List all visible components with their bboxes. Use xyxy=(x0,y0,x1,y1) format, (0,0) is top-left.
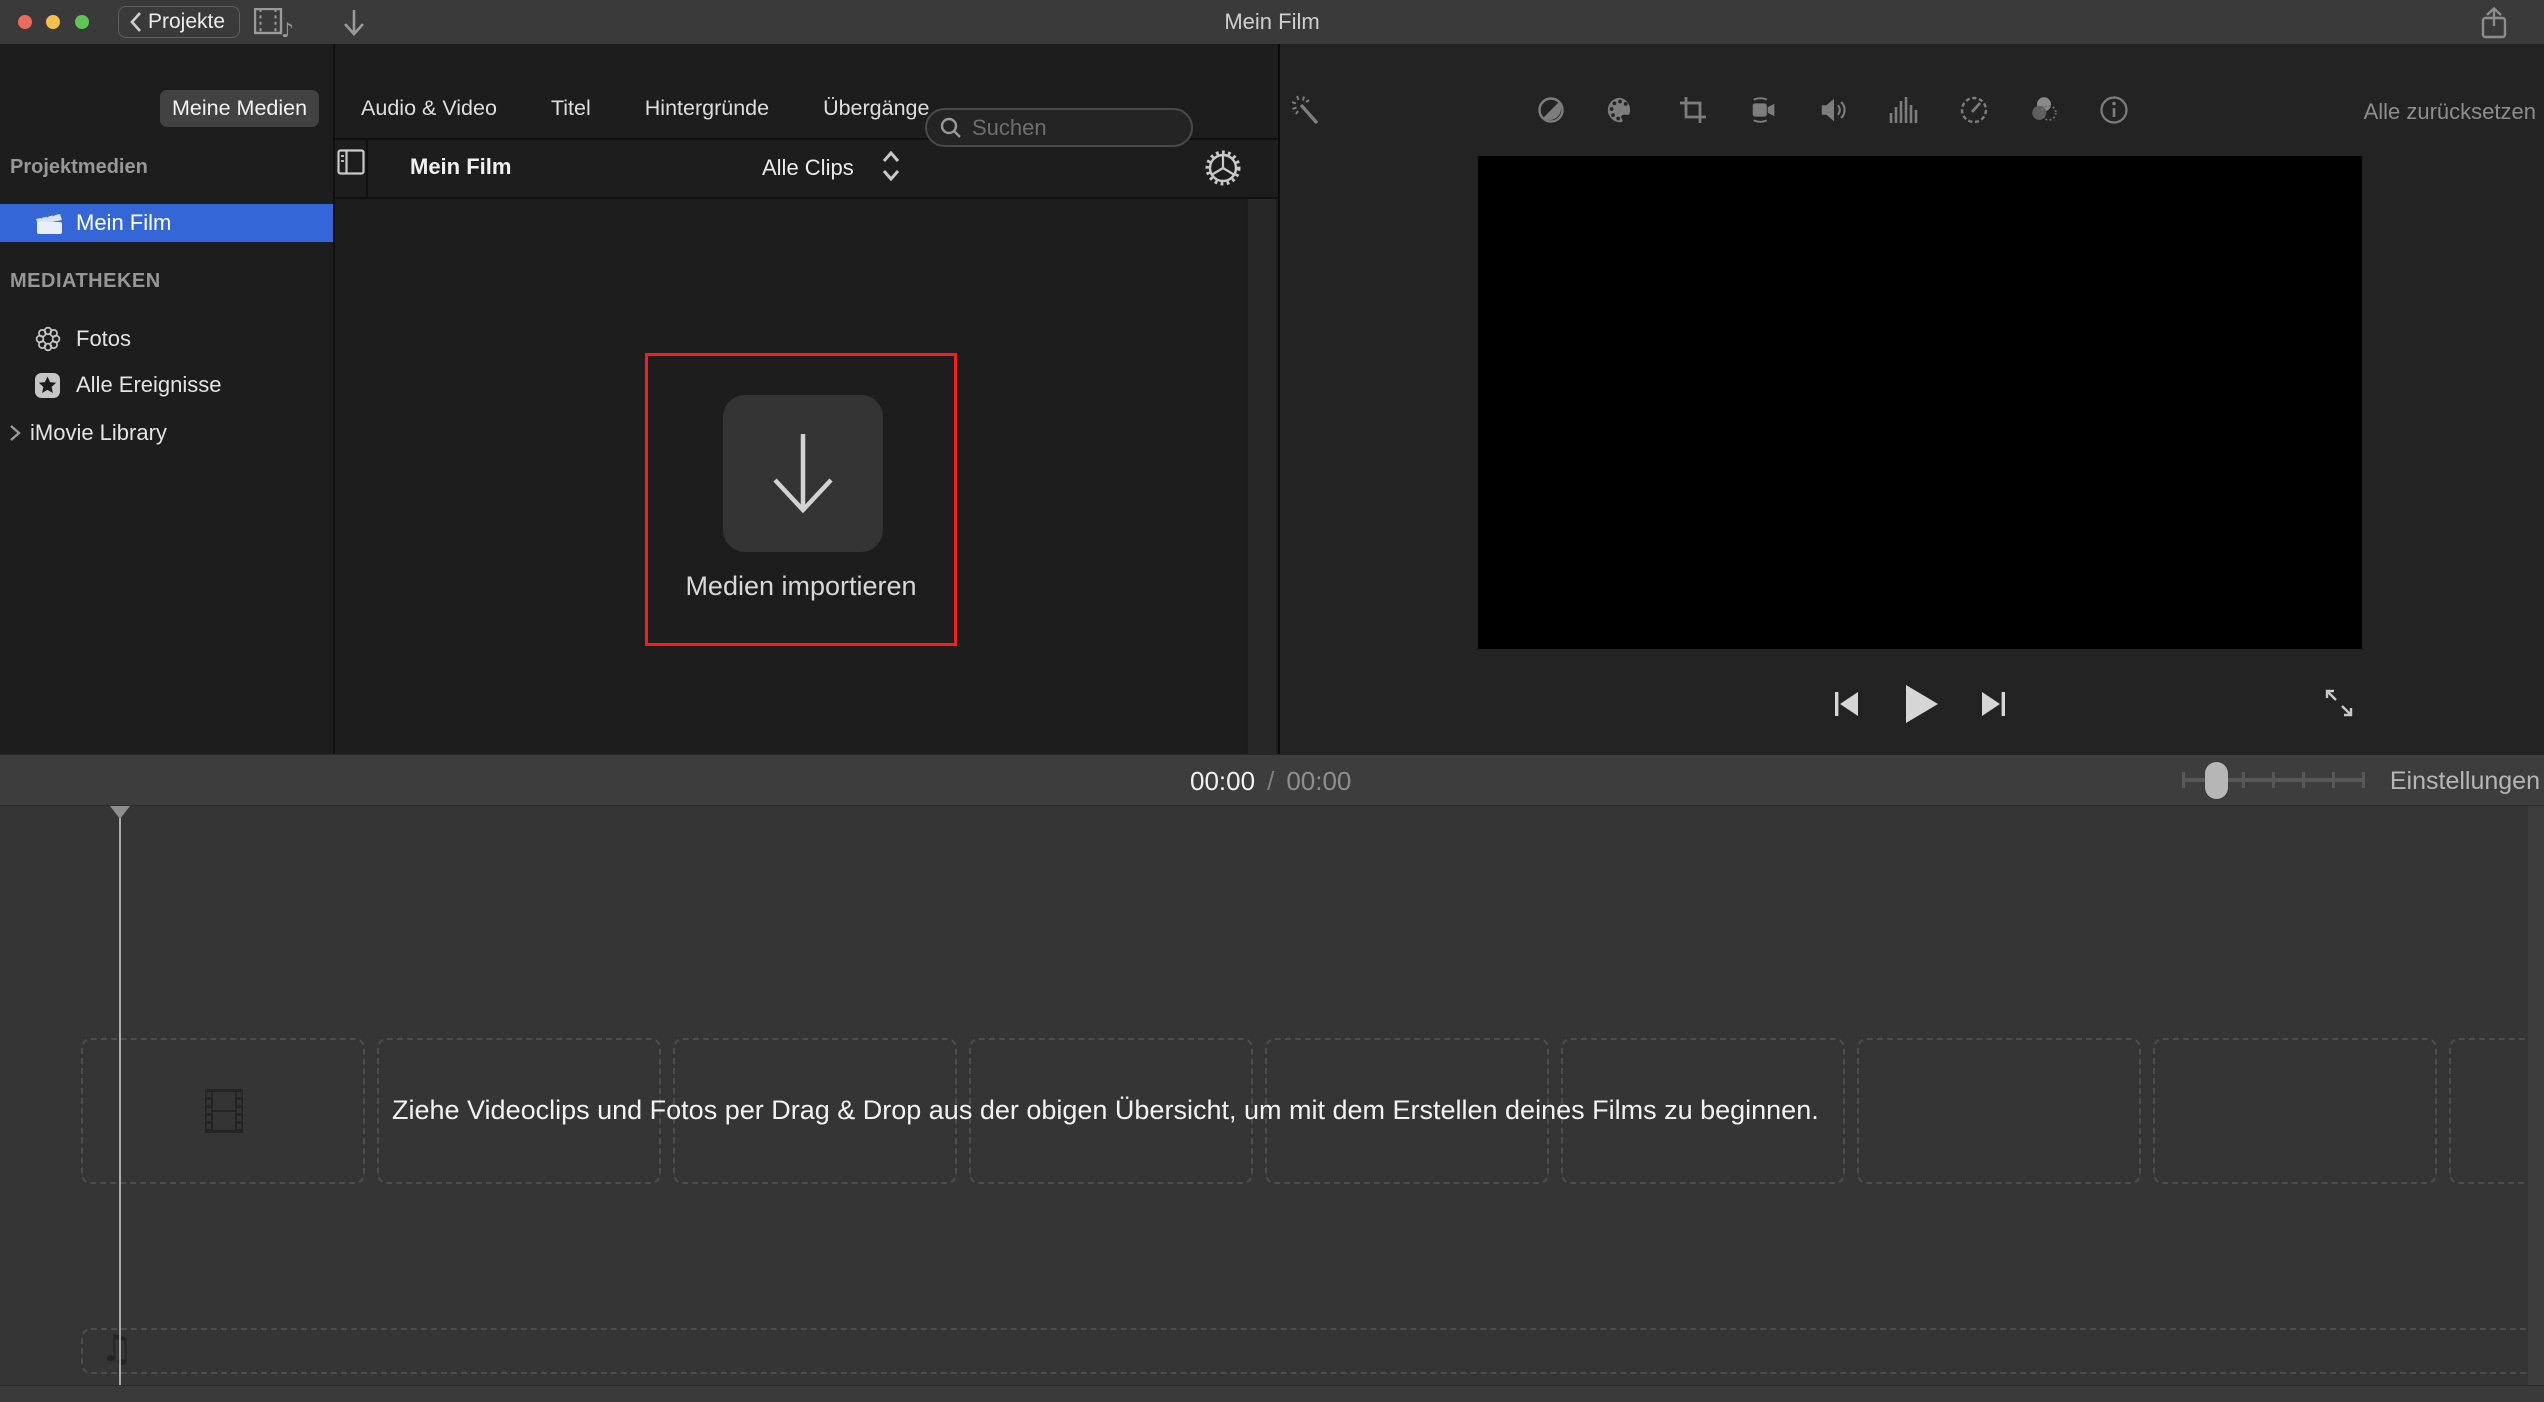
color-filters-icon[interactable] xyxy=(2028,94,2060,126)
import-media-label[interactable]: Medien importieren xyxy=(600,571,1002,602)
search-placeholder: Suchen xyxy=(972,115,1047,141)
zoom-slider-thumb[interactable] xyxy=(2205,762,2228,799)
tab-uebergaenge[interactable]: Übergänge xyxy=(811,90,941,127)
toggle-divider xyxy=(366,140,368,197)
search-field[interactable]: Suchen xyxy=(925,108,1193,147)
zoom-slider-tick xyxy=(2242,772,2245,788)
tab-meine-medien[interactable]: Meine Medien xyxy=(160,90,319,127)
upper-region: Meine Medien Audio & Video Titel Hinterg… xyxy=(0,44,2544,754)
title-bar: Projekte ♪ Mein Film xyxy=(0,0,2544,44)
tab-titel[interactable]: Titel xyxy=(539,90,603,127)
zoom-slider-tick xyxy=(2272,772,2275,788)
playhead-handle[interactable] xyxy=(110,806,130,819)
browser-header-bottom-divider xyxy=(335,197,1278,199)
sidebar-item-mein-film[interactable]: Mein Film xyxy=(0,204,333,242)
zoom-slider-tick xyxy=(2362,772,2365,788)
music-note-icon: ♫ xyxy=(100,1327,133,1370)
tab-hintergruende[interactable]: Hintergründe xyxy=(633,90,781,127)
sidebar-section-mediatheken: MEDIATHEKEN xyxy=(10,270,161,293)
reset-all-label[interactable]: Alle zurücksetzen xyxy=(2364,99,2536,125)
browser-scrollbar-track[interactable] xyxy=(1247,199,1276,754)
clip-placeholder-box xyxy=(2153,1038,2437,1184)
timeline-placeholder-text: Ziehe Videoclips und Fotos per Drag & Dr… xyxy=(392,1095,1819,1126)
color-palette-icon[interactable] xyxy=(1605,94,1637,126)
timeline-bottom-strip xyxy=(0,1385,2544,1402)
media-tabs: Meine Medien Audio & Video Titel Hinterg… xyxy=(160,89,941,127)
video-preview[interactable] xyxy=(1478,156,2362,649)
clapperboard-icon xyxy=(34,210,64,236)
zoom-slider-tick xyxy=(2302,772,2305,788)
clip-placeholder-box xyxy=(1857,1038,2141,1184)
clip-appearance-gear-icon[interactable] xyxy=(1202,147,1244,189)
color-balance-icon[interactable] xyxy=(1535,94,1567,126)
tab-audio-video[interactable]: Audio & Video xyxy=(349,90,509,127)
noise-equalizer-icon[interactable] xyxy=(1888,94,1920,126)
filter-stepper-chevrons-icon[interactable] xyxy=(880,149,902,183)
window-title: Mein Film xyxy=(0,9,2544,35)
imovie-window: Projekte ♪ Mein Film xyxy=(0,0,2544,1402)
stabilization-camera-icon[interactable] xyxy=(1748,94,1780,126)
share-icon[interactable] xyxy=(2478,6,2510,40)
timeline-toolbar: 00:00 / 00:00 Einstellungen xyxy=(0,754,2544,806)
speed-icon[interactable] xyxy=(1958,94,1990,126)
timecode: 00:00 / 00:00 xyxy=(1190,766,1351,797)
import-media-button[interactable] xyxy=(723,395,883,552)
download-arrow-icon xyxy=(761,428,845,520)
time-separator: / xyxy=(1267,766,1274,797)
sidebar-section-projektmedien: Projektmedien xyxy=(10,156,148,179)
zoom-slider-tick xyxy=(2182,772,2185,788)
zoom-slider-tick xyxy=(2332,772,2335,788)
timeline[interactable]: Ziehe Videoclips und Fotos per Drag & Dr… xyxy=(0,806,2544,1402)
search-icon xyxy=(939,116,963,140)
sidebar-item-alle-ereignisse[interactable]: Alle Ereignisse xyxy=(0,366,333,404)
sidebar-item-label: iMovie Library xyxy=(30,420,167,446)
play-button[interactable] xyxy=(1901,682,1941,726)
enhance-wand-icon[interactable] xyxy=(1290,94,1322,126)
sidebar-item-label: Mein Film xyxy=(76,210,171,236)
sidebar-toggle-icon[interactable] xyxy=(337,149,365,175)
playhead-line[interactable] xyxy=(119,806,121,1385)
filmstrip-icon xyxy=(205,1089,243,1133)
info-icon[interactable] xyxy=(2098,94,2130,126)
sidebar-divider[interactable] xyxy=(333,44,335,754)
skip-forward-button[interactable] xyxy=(1978,690,2008,718)
settings-label[interactable]: Einstellungen xyxy=(2390,767,2540,796)
sidebar-item-fotos[interactable]: Fotos xyxy=(0,320,333,358)
disclosure-chevron-icon[interactable] xyxy=(8,422,22,444)
volume-icon[interactable] xyxy=(1818,94,1850,126)
browser-title: Mein Film xyxy=(410,154,511,180)
viewer-panel: Alle zurücksetzen xyxy=(1278,44,2544,754)
skip-back-button[interactable] xyxy=(1832,690,1862,718)
photos-flower-icon xyxy=(34,325,62,353)
crop-icon[interactable] xyxy=(1677,94,1709,126)
fullscreen-icon[interactable] xyxy=(2324,688,2354,718)
timeline-scrollbar-track[interactable] xyxy=(2528,806,2544,1385)
clip-filter-value[interactable]: Alle Clips xyxy=(762,155,854,181)
sidebar-item-label: Alle Ereignisse xyxy=(76,372,222,398)
sidebar-item-imovie-library[interactable]: iMovie Library xyxy=(0,414,333,452)
star-badge-icon xyxy=(34,372,61,399)
sidebar-item-label: Fotos xyxy=(76,326,131,352)
audio-placeholder-box xyxy=(81,1328,2544,1374)
current-time: 00:00 xyxy=(1190,766,1255,797)
total-time: 00:00 xyxy=(1286,766,1351,797)
